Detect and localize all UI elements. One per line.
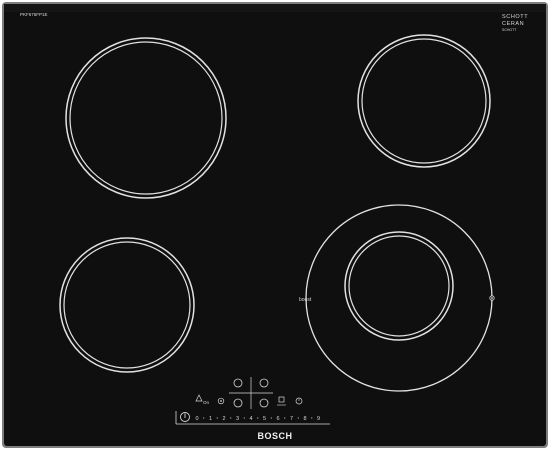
slider-value-1[interactable]: 1 [209, 416, 212, 422]
bosch-logo: BOSCH [257, 431, 292, 441]
slider-dot [257, 417, 259, 419]
model-number: PKF675FP1E [20, 12, 48, 17]
lock-icon-dot [220, 400, 222, 402]
glass-top-edge [4, 4, 546, 12]
slider-dot [311, 417, 313, 419]
slider-value-5[interactable]: 5 [263, 416, 266, 422]
slider-dot [284, 417, 286, 419]
slider-value-3[interactable]: 3 [236, 416, 239, 422]
slider-dot [270, 417, 272, 419]
slider-dot [297, 417, 299, 419]
slider-value-6[interactable]: 6 [276, 416, 279, 422]
slider-value-8[interactable]: 8 [303, 416, 306, 422]
glass-brand-line2: CERAN [502, 21, 524, 27]
cooktop: PKF675FP1E SCHOTT CERAN SCHOTT boost On … [0, 0, 550, 450]
slider-value-9[interactable]: 9 [317, 416, 320, 422]
boost-label: boost [299, 297, 312, 303]
glass-brand-line1: SCHOTT [502, 14, 528, 20]
slider-value-4[interactable]: 4 [249, 416, 252, 422]
slider-value-2[interactable]: 2 [222, 416, 225, 422]
cooktop-svg: PKF675FP1E SCHOTT CERAN SCHOTT boost On … [2, 2, 548, 448]
slider-dot [230, 417, 232, 419]
slider-value-7[interactable]: 7 [290, 416, 293, 422]
dual-zone-icon-dot [491, 297, 493, 299]
glass-surface [4, 4, 546, 446]
slider-value-0[interactable]: 0 [195, 416, 198, 422]
slider-dot [203, 417, 205, 419]
glass-small-text: SCHOTT [502, 28, 517, 32]
on-label: On [203, 400, 210, 405]
slider-dot [216, 417, 218, 419]
slider-dot [243, 417, 245, 419]
